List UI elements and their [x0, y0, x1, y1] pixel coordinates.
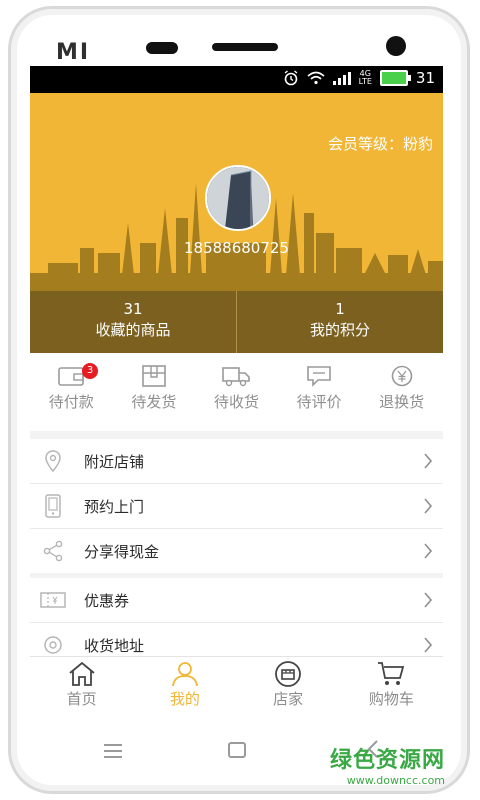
- order-pending-receipt[interactable]: 待收货: [195, 353, 278, 431]
- app-screen: 4G LTE 31 会员等级：粉豹 18588680725 31 收藏的商品 1…: [30, 66, 443, 712]
- tab-label: 购物车: [368, 690, 414, 708]
- menu-label: 优惠券: [84, 591, 130, 610]
- front-camera: [386, 36, 406, 56]
- profile-banner: 会员等级：粉豹 18588680725 31 收藏的商品 1 我的积分: [30, 93, 443, 353]
- refund-icon: [391, 365, 412, 387]
- tab-label: 首页: [66, 690, 97, 708]
- tab-label: 我的: [169, 690, 200, 708]
- store-icon: [275, 661, 302, 687]
- order-status-bar: 3 待付款 待发货 待收货 待评价 退换货: [30, 353, 443, 431]
- signal-icon: [332, 71, 351, 85]
- account-menu: 优惠券 收货地址: [30, 578, 443, 667]
- chevron-right-icon: [424, 543, 433, 559]
- tab-cart[interactable]: 购物车: [340, 657, 443, 712]
- tab-home[interactable]: 首页: [30, 657, 133, 712]
- wallet-icon: [58, 367, 85, 386]
- comment-icon: [307, 366, 331, 387]
- bottom-tab-bar: 首页 我的 店家 购物车: [30, 656, 443, 712]
- order-label: 待评价: [296, 393, 342, 411]
- avatar[interactable]: [205, 165, 271, 231]
- battery-icon: [379, 70, 411, 86]
- menu-label: 附近店铺: [84, 452, 145, 471]
- stats-bar: 31 收藏的商品 1 我的积分: [30, 291, 443, 353]
- user-phone: 18588680725: [184, 239, 289, 257]
- stat-label: 我的积分: [309, 321, 370, 339]
- stat-favorites[interactable]: 31 收藏的商品: [30, 291, 236, 353]
- address-icon: [44, 636, 62, 654]
- order-pending-shipment[interactable]: 待发货: [113, 353, 196, 431]
- menu-item-nearby-stores[interactable]: 附近店铺: [30, 439, 443, 484]
- menu-key-icon[interactable]: [104, 744, 122, 762]
- tab-store[interactable]: 店家: [237, 657, 340, 712]
- order-label: 退换货: [379, 393, 425, 411]
- coupon-icon: [40, 592, 66, 608]
- menu-label: 分享得现金: [84, 542, 160, 561]
- chevron-right-icon: [424, 453, 433, 469]
- order-label: 待收货: [213, 393, 259, 411]
- cart-icon: [378, 662, 405, 685]
- package-icon: [142, 365, 166, 387]
- menu-item-coupons[interactable]: 优惠券: [30, 578, 443, 623]
- menu-label: 预约上门: [84, 497, 145, 516]
- stat-points[interactable]: 1 我的积分: [236, 291, 443, 353]
- menu-label: 收货地址: [84, 636, 145, 655]
- stat-value: 1: [335, 300, 345, 318]
- location-pin-icon: [45, 450, 61, 472]
- unread-badge: 3: [82, 363, 98, 379]
- status-bar: 4G LTE 31: [30, 66, 443, 93]
- truck-icon: [222, 367, 251, 387]
- order-label: 待付款: [48, 393, 94, 411]
- share-icon: [43, 540, 63, 562]
- tab-mine[interactable]: 我的: [133, 657, 236, 712]
- user-icon: [171, 662, 198, 687]
- order-label: 待发货: [131, 393, 177, 411]
- wifi-icon: [307, 71, 325, 85]
- watermark-url: www.downcc.com: [346, 774, 446, 787]
- avatar-image: [207, 167, 269, 229]
- menu-item-share-cash[interactable]: 分享得现金: [30, 529, 443, 573]
- watermark-title: 绿色资源网: [330, 748, 446, 773]
- chevron-right-icon: [424, 592, 433, 608]
- sensor: [146, 42, 178, 54]
- network-type: 4G LTE: [358, 69, 372, 86]
- service-menu: 附近店铺 预约上门 分享得现金: [30, 439, 443, 573]
- tab-label: 店家: [273, 690, 304, 708]
- home-icon: [69, 661, 95, 686]
- order-pending-payment[interactable]: 3 待付款: [30, 353, 113, 431]
- chevron-right-icon: [424, 498, 433, 514]
- menu-item-appointment[interactable]: 预约上门: [30, 484, 443, 529]
- member-level: 会员等级：粉豹: [327, 135, 433, 153]
- device-brand-logo: MI: [56, 40, 91, 65]
- order-refund[interactable]: 退换货: [360, 353, 443, 431]
- home-key-icon[interactable]: [228, 742, 246, 758]
- alarm-icon: [284, 70, 298, 86]
- mobile-phone-icon: [45, 494, 61, 518]
- earpiece: [212, 43, 278, 51]
- battery-level: 31: [415, 69, 435, 87]
- watermark: 绿色资源网 www.downcc.com: [330, 742, 445, 787]
- chevron-right-icon: [424, 637, 433, 653]
- stat-value: 31: [123, 300, 143, 318]
- stat-label: 收藏的商品: [95, 321, 171, 339]
- order-pending-review[interactable]: 待评价: [278, 353, 361, 431]
